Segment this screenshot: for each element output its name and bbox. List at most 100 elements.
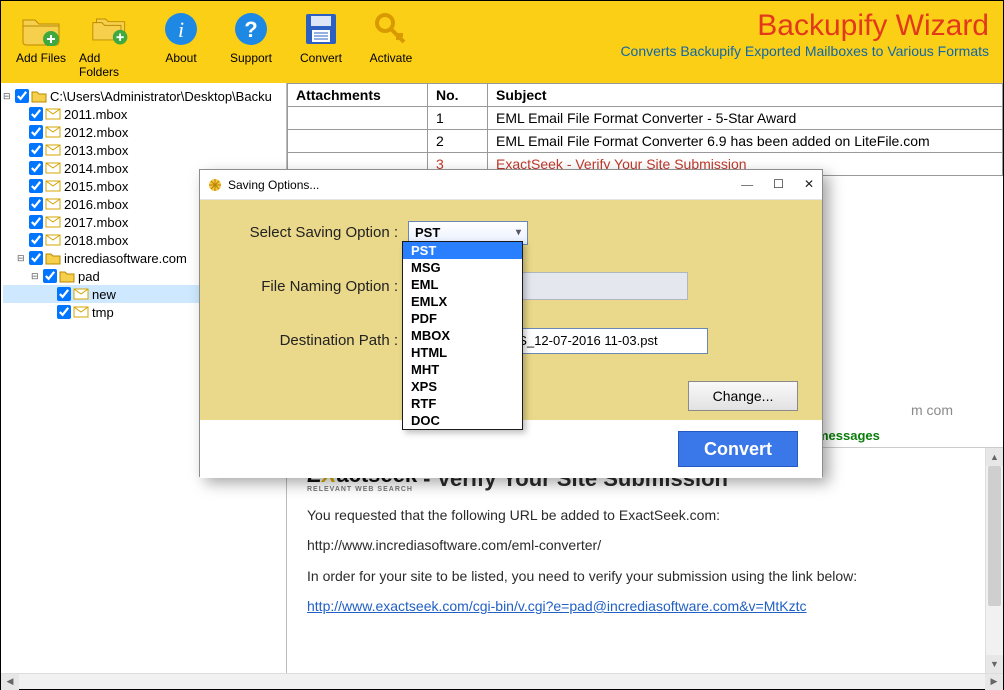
mail-icon (45, 108, 61, 120)
naming-option-label: File Naming Option : (261, 278, 404, 295)
messages-grid[interactable]: Attachments No. Subject 1 EML Email File… (287, 83, 1003, 176)
dropdown-option[interactable]: EML (403, 276, 522, 293)
cell-attachments (288, 130, 428, 153)
tree-mbox-label: 2012.mbox (64, 125, 128, 140)
folder-plus-icon (21, 9, 61, 49)
table-row[interactable]: 2 EML Email File Format Converter 6.9 ha… (288, 130, 1003, 153)
mail-icon (45, 198, 61, 210)
saving-option-dropdown[interactable]: PSTMSGEMLEMLXPDFMBOXHTMLMHTXPSRTFDOC (402, 241, 523, 430)
tree-pad-check[interactable] (43, 269, 57, 283)
activate-button[interactable]: Activate (359, 9, 423, 65)
tree-mbox-label: 2018.mbox (64, 233, 128, 248)
tree-mbox-check[interactable] (29, 107, 43, 121)
collapse-icon[interactable]: ⊟ (3, 91, 15, 102)
add-folders-button[interactable]: Add Folders (79, 9, 143, 79)
close-icon[interactable]: ✕ (804, 177, 814, 192)
dropdown-option[interactable]: MBOX (403, 327, 522, 344)
change-button[interactable]: Change... (688, 381, 798, 411)
maximize-icon[interactable]: ☐ (773, 177, 784, 192)
cell-subject: EML Email File Format Converter - 5-Star… (488, 107, 1003, 130)
folder-icon (59, 269, 75, 283)
tree-root[interactable]: ⊟ C:\Users\Administrator\Desktop\Backu (3, 87, 284, 105)
folders-plus-icon (91, 9, 131, 49)
cell-no: 2 (428, 130, 488, 153)
tree-mbox-label: 2011.mbox (64, 107, 127, 122)
tree-mbox-check[interactable] (29, 125, 43, 139)
dropdown-option[interactable]: MHT (403, 361, 522, 378)
about-button[interactable]: i About (149, 9, 213, 65)
tree-mbox[interactable]: 2011.mbox (3, 105, 284, 123)
table-row[interactable]: 1 EML Email File Format Converter - 5-St… (288, 107, 1003, 130)
dropdown-option[interactable]: RTF (403, 395, 522, 412)
scroll-left-icon[interactable]: ◀ (1, 674, 19, 690)
tree-pad-child-check[interactable] (57, 305, 71, 319)
main-toolbar: Add Files Add Folders i About ? Support … (1, 1, 1003, 83)
tree-hscrollbar[interactable]: ◀ ▶ (1, 673, 1003, 689)
dialog-titlebar[interactable]: Saving Options... — ☐ ✕ (200, 170, 822, 200)
dropdown-option[interactable]: EMLX (403, 293, 522, 310)
no-attachments-label: messages (817, 424, 1003, 447)
dropdown-option[interactable]: PST (403, 242, 522, 259)
add-files-button[interactable]: Add Files (9, 9, 73, 65)
tree-mbox-check[interactable] (29, 143, 43, 157)
tree-pad-child-check[interactable] (57, 287, 71, 301)
tree-mbox-label: 2013.mbox (64, 143, 128, 158)
scroll-right-icon[interactable]: ▶ (985, 674, 1003, 690)
save-disk-icon (301, 9, 341, 49)
mail-icon (45, 144, 61, 156)
folder-open-icon (31, 89, 47, 103)
tree-mbox-check[interactable] (29, 215, 43, 229)
tree-site-check[interactable] (29, 251, 43, 265)
tree-site-label: incrediasoftware.com (64, 251, 187, 266)
mail-icon (45, 216, 61, 228)
dropdown-option[interactable]: HTML (403, 344, 522, 361)
mail-icon (45, 180, 61, 192)
mail-icon (73, 288, 89, 300)
brand-block: Backupify Wizard Converts Backupify Expo… (620, 9, 989, 59)
scroll-down-icon[interactable]: ▼ (986, 655, 1003, 673)
scroll-up-icon[interactable]: ▲ (986, 448, 1003, 466)
key-icon (371, 9, 411, 49)
col-attachments[interactable]: Attachments (288, 84, 428, 107)
support-button[interactable]: ? Support (219, 9, 283, 65)
tree-mbox[interactable]: 2013.mbox (3, 141, 284, 159)
dialog-title-text: Saving Options... (228, 178, 319, 192)
tree-root-check[interactable] (15, 89, 29, 103)
collapse-icon[interactable]: ⊟ (17, 253, 29, 264)
tree-mbox[interactable]: 2012.mbox (3, 123, 284, 141)
dropdown-option[interactable]: XPS (403, 378, 522, 395)
convert-toolbar-button[interactable]: Convert (289, 9, 353, 65)
detail-from-partial: m com (911, 402, 953, 418)
convert-button[interactable]: Convert (678, 431, 798, 467)
tree-mbox-check[interactable] (29, 233, 43, 247)
scroll-thumb[interactable] (988, 466, 1001, 606)
dropdown-option[interactable]: DOC (403, 412, 522, 429)
col-subject[interactable]: Subject (488, 84, 1003, 107)
question-icon: ? (231, 9, 271, 49)
preview-vscrollbar[interactable]: ▲ ▼ (985, 448, 1003, 673)
tree-mbox-label: 2014.mbox (64, 161, 128, 176)
message-preview: EXactseek RELEVANT WEB SEARCH - Verify Y… (287, 447, 1003, 673)
tree-mbox-check[interactable] (29, 179, 43, 193)
collapse-icon[interactable]: ⊟ (31, 271, 43, 282)
svg-text:?: ? (244, 17, 257, 42)
preview-p1: You requested that the following URL be … (307, 505, 983, 525)
tree-mbox-check[interactable] (29, 161, 43, 175)
brand-title: Backupify Wizard (620, 9, 989, 43)
saving-option-label: Select Saving Option : (250, 224, 404, 241)
dropdown-option[interactable]: MSG (403, 259, 522, 276)
activate-label: Activate (370, 51, 413, 65)
chevron-down-icon: ▾ (516, 227, 521, 238)
mail-icon (45, 162, 61, 174)
dialog-icon (208, 178, 222, 192)
minimize-icon[interactable]: — (741, 177, 753, 192)
add-folders-label: Add Folders (79, 51, 143, 79)
tree-mbox-check[interactable] (29, 197, 43, 211)
col-no[interactable]: No. (428, 84, 488, 107)
mail-icon (45, 126, 61, 138)
saving-option-value: PST (415, 225, 440, 240)
tree-pad-child-label: tmp (92, 305, 114, 320)
preview-p3: In order for your site to be listed, you… (307, 566, 983, 586)
preview-verify-link[interactable]: http://www.exactseek.com/cgi-bin/v.cgi?e… (307, 598, 807, 614)
dropdown-option[interactable]: PDF (403, 310, 522, 327)
